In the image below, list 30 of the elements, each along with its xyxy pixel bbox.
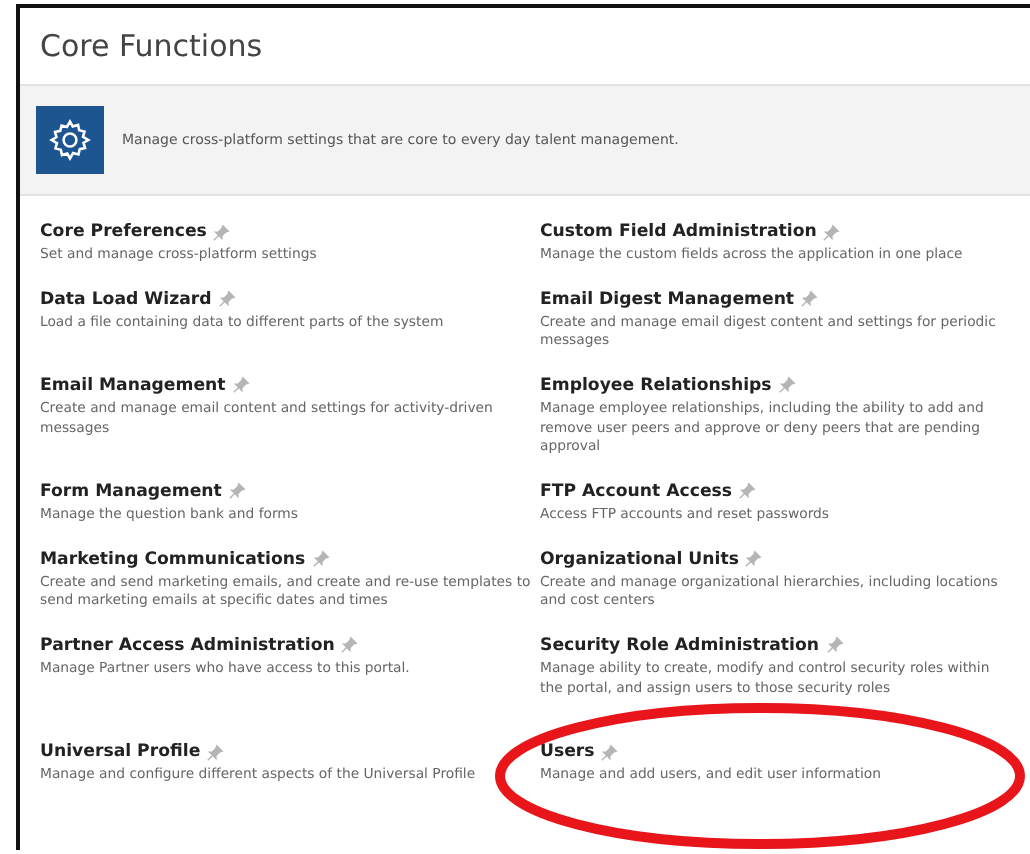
function-link[interactable]: Partner Access Administration <box>40 635 335 656</box>
function-link[interactable]: Form Management <box>40 481 222 502</box>
pin-icon[interactable] <box>311 550 330 569</box>
function-link[interactable]: FTP Account Access <box>540 481 732 502</box>
function-link[interactable]: Email Management <box>40 375 226 396</box>
pin-icon[interactable] <box>212 223 231 241</box>
pin-icon[interactable] <box>340 636 359 655</box>
pin-icon[interactable] <box>738 482 756 501</box>
panel-title: Core Functions <box>40 28 263 64</box>
gear-icon <box>36 106 104 174</box>
pin-icon[interactable] <box>777 376 796 395</box>
pin-icon[interactable] <box>600 743 619 762</box>
pin-icon[interactable] <box>231 376 250 395</box>
pin-icon[interactable] <box>825 636 844 655</box>
function-link[interactable]: Organizational Units <box>540 549 739 570</box>
function-link[interactable]: Data Load Wizard <box>40 289 212 310</box>
function-link[interactable]: Security Role Administration <box>540 635 820 656</box>
function-link[interactable]: Core Preferences <box>40 222 207 242</box>
function-link[interactable]: Employee Relationships <box>540 375 772 396</box>
pin-icon[interactable] <box>227 482 246 501</box>
function-link[interactable]: Email Digest Management <box>540 289 795 310</box>
function-link[interactable]: Marketing Communications <box>40 549 306 570</box>
pin-icon[interactable] <box>744 550 763 569</box>
function-link[interactable]: Custom Field Administration <box>540 222 817 242</box>
pin-icon[interactable] <box>800 290 819 309</box>
function-link[interactable]: Universal Profile <box>40 742 201 763</box>
pin-icon[interactable] <box>217 290 236 309</box>
pin-icon[interactable] <box>822 223 841 241</box>
function-link[interactable]: Users <box>540 742 595 763</box>
pin-icon[interactable] <box>206 743 225 762</box>
